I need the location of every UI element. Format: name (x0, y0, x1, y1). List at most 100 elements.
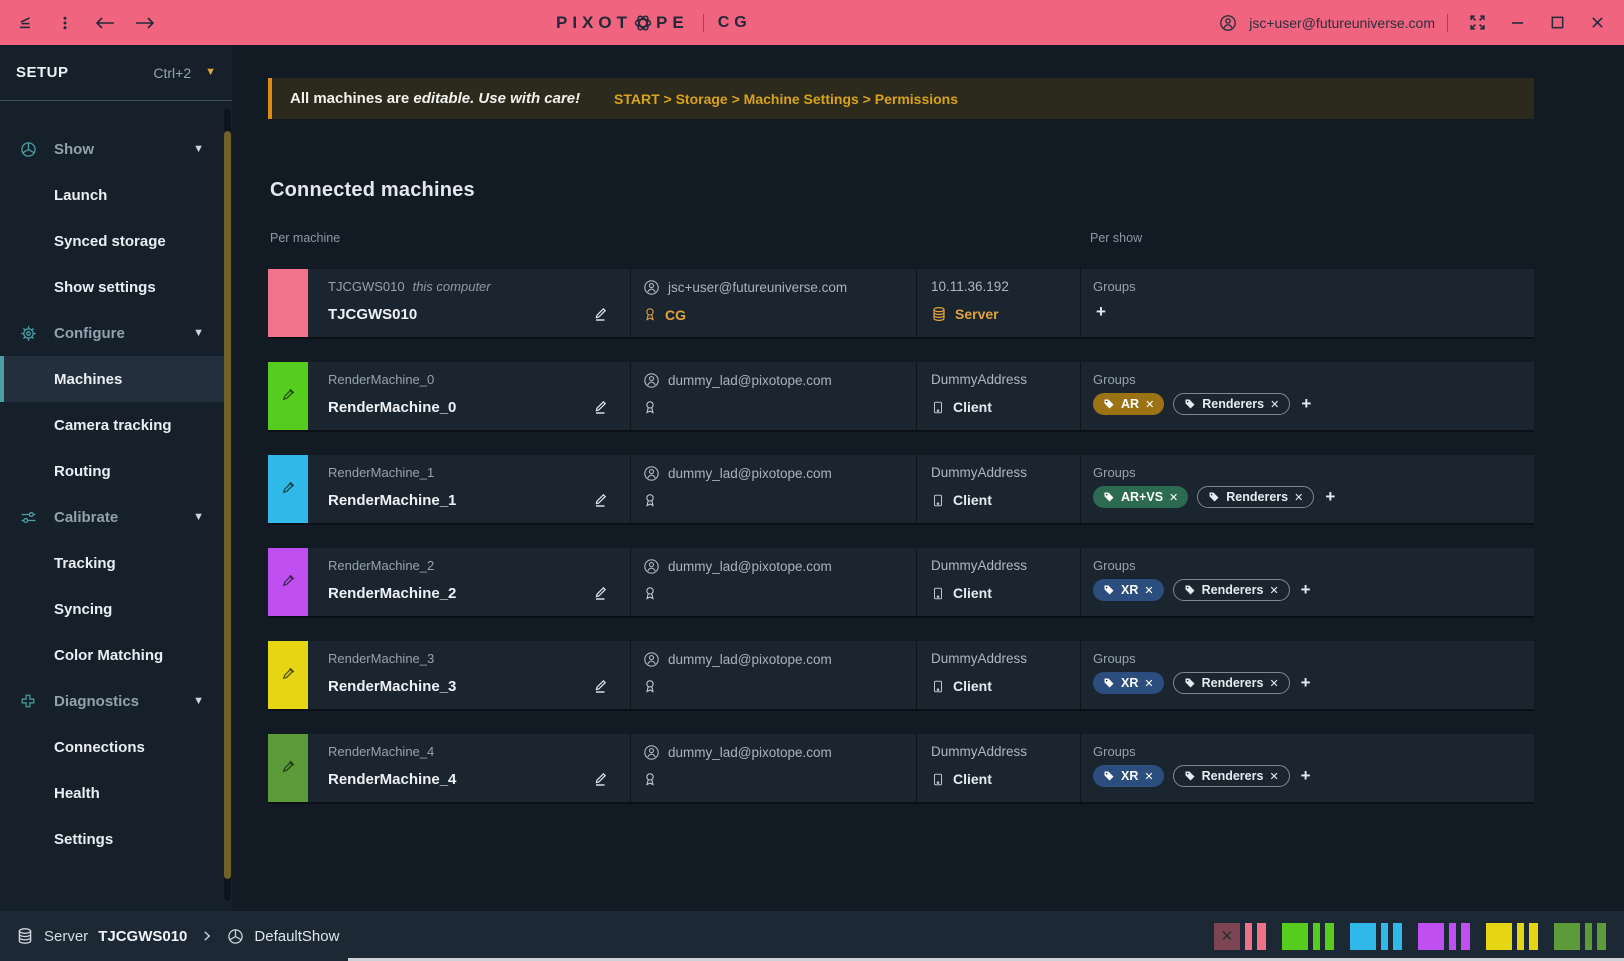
group-tag-renderers[interactable]: Renderers ✕ (1173, 765, 1290, 787)
remove-tag-icon[interactable]: ✕ (1269, 584, 1278, 597)
sidebar-group-calibrate[interactable]: Calibrate▼ (0, 494, 224, 540)
machine-address-column: 10.11.36.192Server (916, 269, 1080, 337)
eyedropper-icon (281, 666, 296, 684)
add-group-button[interactable]: + (1323, 487, 1337, 507)
sidebar-group-show[interactable]: Show▼ (0, 126, 224, 172)
sidebar-group-diagnostics[interactable]: Diagnostics▼ (0, 678, 224, 724)
edit-machine-name-button[interactable] (592, 398, 608, 418)
remove-tag-icon[interactable]: ✕ (1269, 770, 1278, 783)
remove-tag-icon[interactable]: ✕ (1144, 584, 1153, 597)
fullscreen-icon[interactable] (1464, 10, 1490, 36)
machine-indicator-square (1350, 923, 1376, 950)
add-group-button[interactable]: + (1299, 580, 1313, 600)
group-tag-renderers[interactable]: Renderers ✕ (1173, 672, 1290, 694)
sidebar-item-machines[interactable]: Machines (0, 356, 224, 402)
edit-machine-name-button[interactable] (592, 584, 608, 604)
machine-color-swatch[interactable] (268, 362, 308, 430)
minimize-button[interactable] (1504, 10, 1530, 36)
sidebar-item-label: Settings (54, 831, 113, 848)
sidebar-item-launch[interactable]: Launch (0, 172, 224, 218)
sidebar-scrollbar[interactable] (224, 109, 231, 901)
collapse-sidebar-icon[interactable] (12, 10, 38, 36)
machine-indicator-0[interactable]: ✕ (1214, 923, 1266, 950)
edit-machine-name-button[interactable] (592, 677, 608, 697)
sidebar-item-label: Launch (54, 187, 107, 204)
add-group-button[interactable]: + (1299, 673, 1313, 693)
machine-color-swatch[interactable] (268, 641, 308, 709)
group-tag-xr[interactable]: XR ✕ (1093, 579, 1164, 601)
sidebar-item-syncing[interactable]: Syncing (0, 586, 224, 632)
machine-indicator-3[interactable] (1418, 923, 1470, 950)
kebab-menu-icon[interactable] (52, 10, 78, 36)
machine-indicator-bar (1393, 923, 1402, 950)
group-tag-xr[interactable]: XR ✕ (1093, 672, 1164, 694)
remove-tag-icon[interactable]: ✕ (1270, 398, 1279, 411)
groups-label: Groups (1093, 372, 1136, 387)
logo-text-left: PIXOT (556, 13, 632, 33)
scrollbar-thumb[interactable] (224, 131, 231, 879)
group-tag-xr[interactable]: XR ✕ (1093, 765, 1164, 787)
maximize-button[interactable] (1544, 10, 1570, 36)
remove-tag-icon[interactable]: ✕ (1145, 398, 1154, 411)
machine-groups-column: Groups XR ✕ Renderers ✕ + (1080, 641, 1534, 709)
remove-tag-icon[interactable]: ✕ (1294, 491, 1303, 504)
sidebar-item-settings[interactable]: Settings (0, 816, 224, 862)
machine-name-column: RenderMachine_0RenderMachine_0 (308, 362, 630, 430)
sidebar-group-configure[interactable]: Configure▼ (0, 310, 224, 356)
machine-indicator-4[interactable] (1486, 923, 1538, 950)
machine-color-swatch[interactable] (268, 455, 308, 523)
remove-tag-icon[interactable]: ✕ (1144, 770, 1153, 783)
remove-tag-icon[interactable]: ✕ (1144, 677, 1153, 690)
mode-selector[interactable]: SETUP Ctrl+2 ▼ (0, 45, 232, 101)
add-group-button[interactable]: + (1094, 302, 1108, 322)
user-account-icon[interactable] (1219, 14, 1237, 32)
machine-indicator-1[interactable] (1282, 923, 1334, 950)
machine-indicator-2[interactable] (1350, 923, 1402, 950)
back-arrow-icon[interactable] (92, 10, 118, 36)
server-icon (16, 927, 34, 945)
machine-indicator-5[interactable] (1554, 923, 1606, 950)
machine-label: RenderMachine_3 (328, 651, 434, 666)
sidebar-item-camera-tracking[interactable]: Camera tracking (0, 402, 224, 448)
client-icon (931, 586, 945, 601)
eyedropper-icon (281, 573, 296, 591)
close-button[interactable] (1584, 10, 1610, 36)
edit-machine-name-button[interactable] (592, 491, 608, 511)
server-name[interactable]: TJCGWS010 (98, 928, 187, 945)
machine-row-rendermachine-2: RenderMachine_2RenderMachine_2dummy_lad@… (268, 548, 1534, 616)
sidebar-item-health[interactable]: Health (0, 770, 224, 816)
edit-machine-name-button[interactable] (592, 770, 608, 790)
machine-color-swatch[interactable] (268, 734, 308, 802)
machine-color-swatch[interactable] (268, 269, 308, 337)
add-group-button[interactable]: + (1299, 394, 1313, 414)
machine-user-column: dummy_lad@pixotope.com (630, 641, 916, 709)
server-icon (931, 306, 947, 322)
add-group-button[interactable]: + (1299, 766, 1313, 786)
client-icon (931, 493, 945, 508)
group-tag-ar-vs[interactable]: AR+VS ✕ (1093, 486, 1188, 508)
machine-color-swatch[interactable] (268, 548, 308, 616)
show-name[interactable]: DefaultShow (254, 928, 339, 945)
machine-user-column: dummy_lad@pixotope.com (630, 548, 916, 616)
sidebar-item-connections[interactable]: Connections (0, 724, 224, 770)
sidebar-item-routing[interactable]: Routing (0, 448, 224, 494)
group-tag-label: Renderers (1202, 397, 1264, 411)
machine-user-column: dummy_lad@pixotope.com (630, 455, 916, 523)
machine-groups-column: Groups XR ✕ Renderers ✕ + (1080, 548, 1534, 616)
forward-arrow-icon[interactable] (132, 10, 158, 36)
group-tag-renderers[interactable]: Renderers ✕ (1173, 579, 1290, 601)
remove-tag-icon[interactable]: ✕ (1169, 491, 1178, 504)
award-icon (643, 399, 657, 416)
group-tag-renderers[interactable]: Renderers ✕ (1173, 393, 1290, 415)
sidebar-item-synced-storage[interactable]: Synced storage (0, 218, 224, 264)
sidebar-item-label: Routing (54, 463, 111, 480)
sidebar-item-show-settings[interactable]: Show settings (0, 264, 224, 310)
remove-tag-icon[interactable]: ✕ (1269, 677, 1278, 690)
breadcrumb[interactable]: START > Storage > Machine Settings > Per… (614, 91, 958, 107)
edit-machine-name-button[interactable] (592, 305, 608, 325)
sidebar-item-tracking[interactable]: Tracking (0, 540, 224, 586)
group-tag-ar[interactable]: AR ✕ (1093, 393, 1164, 415)
pixotope-knot-icon (633, 13, 653, 33)
sidebar-item-color-matching[interactable]: Color Matching (0, 632, 224, 678)
group-tag-renderers[interactable]: Renderers ✕ (1197, 486, 1314, 508)
